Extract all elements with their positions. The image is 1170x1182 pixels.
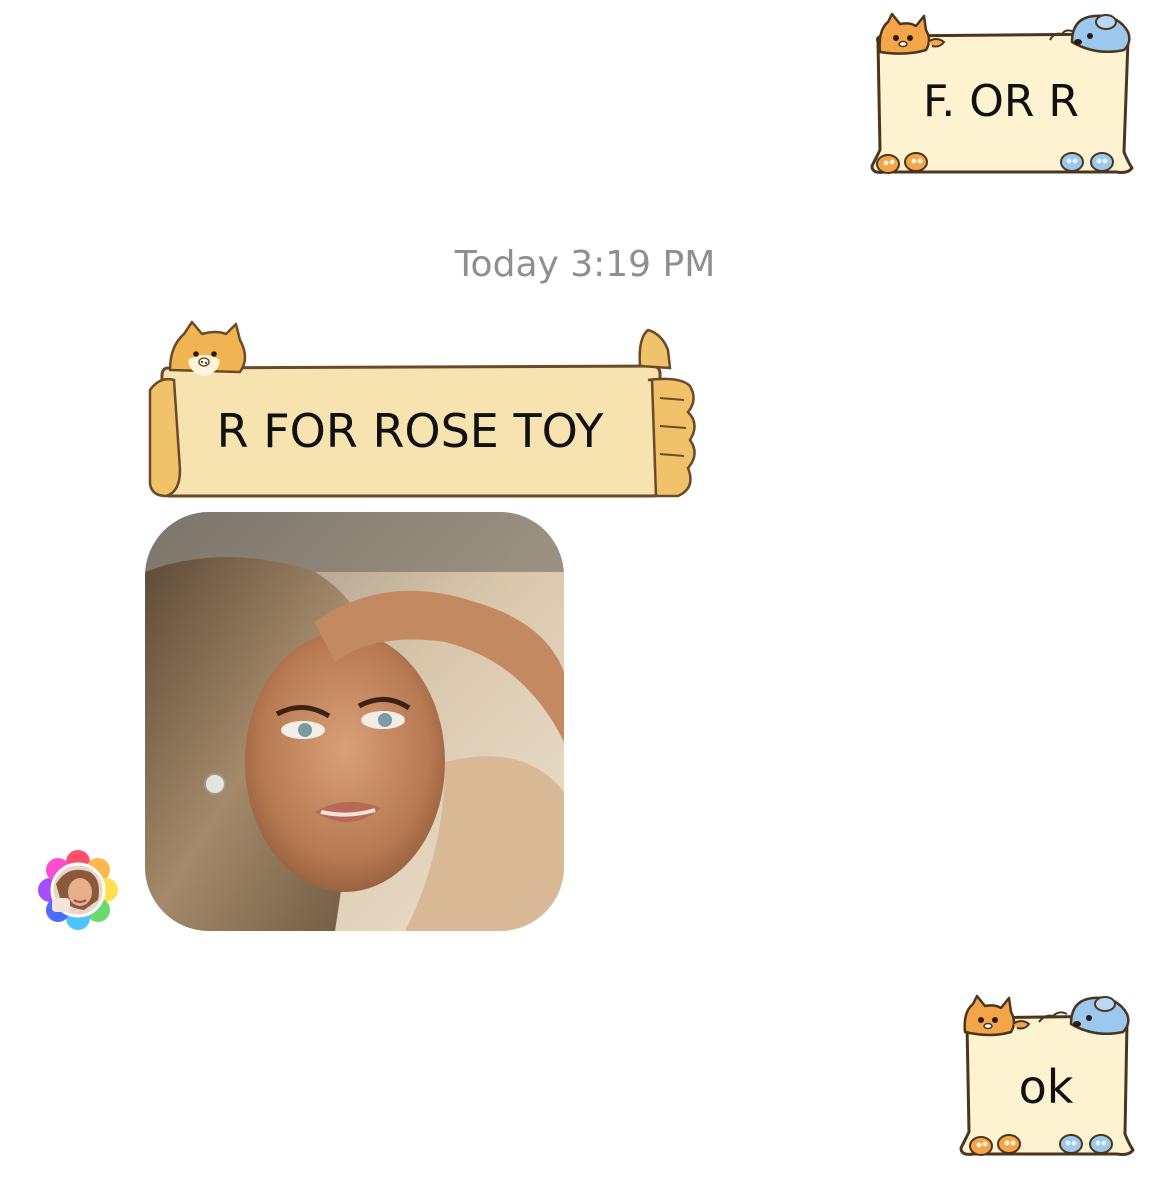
portrait-photo [145,512,564,931]
outgoing-message-1[interactable]: F. OR R [866,12,1136,180]
incoming-message-1[interactable]: R FOR ROSE TOY [140,320,705,505]
message-text: ok [1018,1060,1074,1114]
outgoing-message-2[interactable]: ok [955,992,1137,1162]
shiba-dog-icon [168,320,247,376]
timestamp: Today 3:19 PM [454,244,716,285]
message-text: R FOR ROSE TOY [216,404,604,458]
contact-avatar[interactable] [38,850,118,930]
avatar-flower-frame-icon [38,850,118,930]
cat-icon [963,994,1031,1037]
photo-message[interactable] [145,512,564,931]
message-text: F. OR R [923,76,1079,127]
